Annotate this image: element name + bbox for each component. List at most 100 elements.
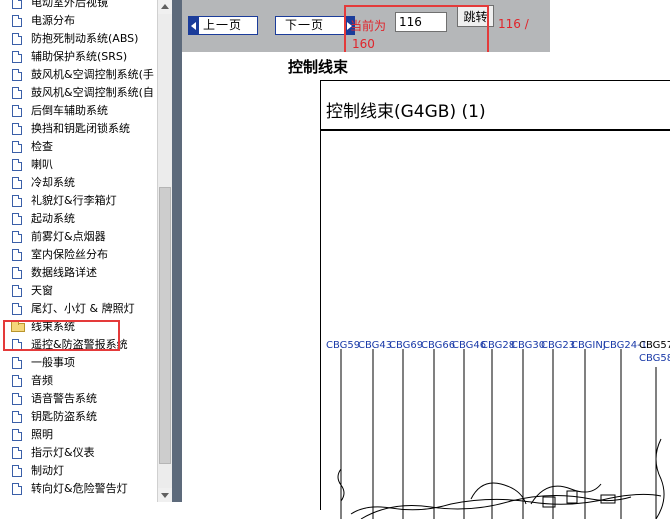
current-page-label: 当前为 <box>350 19 387 33</box>
tree-item[interactable]: 喇叭 <box>0 156 154 174</box>
document-icon <box>12 429 22 441</box>
document-icon <box>12 0 22 9</box>
tree-item-label: 天窗 <box>31 284 53 297</box>
tree-item-label: 鼓风机&空调控制系统(自 <box>31 86 154 99</box>
tree-item[interactable]: 防抱死制动系统(ABS) <box>0 30 154 48</box>
tree-item[interactable]: 冷却系统 <box>0 174 154 192</box>
tree-item-label: 检查 <box>31 140 53 153</box>
tree-item-label: 语音警告系统 <box>31 392 97 405</box>
page-count-total: 160 <box>352 37 375 51</box>
tree-pane: 电动室外后视镜电源分布防抱死制动系统(ABS) 辅助保护系统(SRS) 鼓风机&空调… <box>0 0 157 502</box>
document-icon <box>12 15 22 27</box>
tree-item-label: 数据线路详述 <box>31 266 97 279</box>
page-nav-bar: 上一页 下一页 当前为 跳转 116 / 160 <box>182 0 550 52</box>
tree-item-label: 一般事项 <box>31 356 75 369</box>
tree-item[interactable]: 电源分布 <box>0 12 154 30</box>
arrow-left-icon <box>189 17 199 34</box>
tree-item[interactable]: 天窗 <box>0 282 154 300</box>
scroll-thumb[interactable] <box>159 187 171 464</box>
document-icon <box>12 213 22 225</box>
tree-item[interactable]: 检查 <box>0 138 154 156</box>
tree-item[interactable]: 室内保险丝分布 <box>0 246 154 264</box>
tree-item[interactable]: 前雾灯&点烟器 <box>0 228 154 246</box>
tree-item[interactable]: 礼貌灯&行李箱灯 <box>0 192 154 210</box>
tree-item[interactable]: 一般事项 <box>0 354 154 372</box>
tree-item[interactable]: 制动灯 <box>0 462 154 480</box>
page-title: 控制线束 <box>288 58 349 76</box>
tree-item[interactable]: 鼓风机&空调控制系统(自 <box>0 84 154 102</box>
tree-item[interactable]: 指示灯&仪表 <box>0 444 154 462</box>
tree-item-label: 转向灯&危险警告灯 <box>31 482 128 495</box>
document-icon <box>12 87 22 99</box>
document-icon <box>12 483 22 495</box>
pane-divider[interactable] <box>172 0 182 502</box>
jump-button[interactable]: 跳转 <box>457 5 494 27</box>
harness-drawing <box>337 349 665 519</box>
document-icon <box>12 267 22 279</box>
tree-item-label: 电源分布 <box>31 14 75 27</box>
tree-item-label: 钥匙防盗系统 <box>31 410 97 423</box>
document-icon <box>12 465 22 477</box>
tree-item[interactable]: 遥控&防盗警报系统 <box>0 336 154 354</box>
document-icon <box>12 231 22 243</box>
folder-icon <box>11 321 25 332</box>
prev-page-button[interactable]: 上一页 <box>188 16 258 35</box>
tree-item[interactable]: 起动系统 <box>0 210 154 228</box>
tree-item-label: 辅助保护系统(SRS) <box>31 50 128 63</box>
tree-item[interactable]: 后倒车辅助系统 <box>0 102 154 120</box>
tree-item[interactable]: 辅助保护系统(SRS) <box>0 48 154 66</box>
document-icon <box>12 195 22 207</box>
tree-item-label: 前雾灯&点烟器 <box>31 230 106 243</box>
document-icon <box>12 159 22 171</box>
document-icon <box>12 357 22 369</box>
tree-item-label: 鼓风机&空调控制系统(手 <box>31 68 154 81</box>
tree-scrollbar[interactable] <box>157 0 172 502</box>
tree-item-label: 防抱死制动系统(ABS) <box>31 32 139 45</box>
document-icon <box>12 375 22 387</box>
document-icon <box>12 141 22 153</box>
prev-page-label: 上一页 <box>203 18 243 32</box>
page-count: 116 / <box>498 17 529 31</box>
tree-item-label: 电动室外后视镜 <box>31 0 108 9</box>
tree-item[interactable]: 电动室外后视镜 <box>0 0 154 12</box>
tree-item-label: 起动系统 <box>31 212 75 225</box>
tree-item-label: 制动灯 <box>31 464 64 477</box>
page-number-input[interactable] <box>395 12 447 32</box>
tree-item[interactable]: 转向灯&危险警告灯 <box>0 480 154 498</box>
next-page-label: 下一页 <box>285 18 325 32</box>
document-view: 控制线束 控制线束(G4GB) (1) CBG59 CBG43 CBG69 CBG66… <box>182 52 670 519</box>
scroll-up-arrow-icon[interactable] <box>158 0 172 14</box>
document-icon <box>12 447 22 459</box>
tree-item-label: 室内保险丝分布 <box>31 248 108 261</box>
wiring-diagram: 控制线束(G4GB) (1) CBG59 CBG43 CBG69 CBG66 CBG46… <box>320 80 670 519</box>
tree-item[interactable]: 语音警告系统 <box>0 390 154 408</box>
tree-item-label: 冷却系统 <box>31 176 75 189</box>
next-page-button[interactable]: 下一页 <box>275 16 355 35</box>
tree-item[interactable]: 换挡和钥匙闭锁系统 <box>0 120 154 138</box>
document-icon <box>12 249 22 261</box>
tree-item-label: 后倒车辅助系统 <box>31 104 108 117</box>
document-icon <box>12 177 22 189</box>
document-icon <box>12 105 22 117</box>
tree-item[interactable]: 钥匙防盗系统 <box>0 408 154 426</box>
diagram-title: 控制线束(G4GB) (1) <box>326 102 486 122</box>
tree-item-label: 换挡和钥匙闭锁系统 <box>31 122 130 135</box>
document-icon <box>12 33 22 45</box>
document-icon <box>12 51 22 63</box>
tree-item[interactable]: 线束系统 <box>0 318 154 336</box>
tree-item-label: 音频 <box>31 374 53 387</box>
tree-item-label: 尾灯、小灯 & 牌照灯 <box>31 302 135 315</box>
tree-item[interactable]: 照明 <box>0 426 154 444</box>
document-icon <box>12 303 22 315</box>
tree-item[interactable]: 尾灯、小灯 & 牌照灯 <box>0 300 154 318</box>
document-icon <box>12 393 22 405</box>
tree-item-label: 礼貌灯&行李箱灯 <box>31 194 117 207</box>
tree-item[interactable]: 音频 <box>0 372 154 390</box>
document-icon <box>12 69 22 81</box>
document-icon <box>12 339 22 351</box>
diagram-header: 控制线束(G4GB) (1) <box>321 81 670 131</box>
document-icon <box>12 411 22 423</box>
tree-item[interactable]: 数据线路详述 <box>0 264 154 282</box>
scroll-down-arrow-icon[interactable] <box>158 488 172 502</box>
tree-item[interactable]: 鼓风机&空调控制系统(手 <box>0 66 154 84</box>
